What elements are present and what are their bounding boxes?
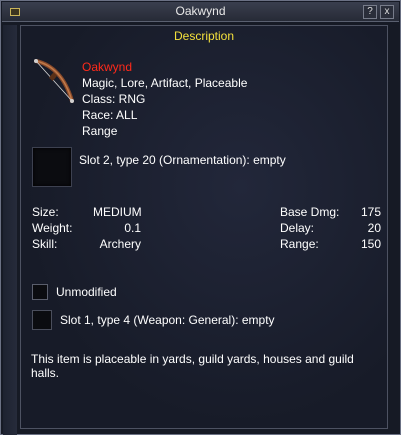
size-value: MEDIUM (93, 205, 142, 219)
augment-label: Unmodified (56, 285, 117, 299)
item-tags: Magic, Lore, Artifact, Placeable (82, 76, 248, 90)
ornament-slot[interactable] (32, 147, 72, 187)
base-dmg-label: Base Dmg: (280, 205, 340, 219)
item-class: Class: RNG (82, 92, 146, 106)
item-window: Oakwynd ? x Description Oakwynd Magic, L… (0, 0, 401, 435)
item-description: This item is placeable in yards, guild y… (31, 352, 354, 380)
delay-value: 20 (367, 221, 381, 235)
help-button[interactable]: ? (363, 5, 377, 19)
skill-label: Skill: (32, 237, 58, 251)
window-title: Oakwynd (175, 4, 226, 18)
base-dmg-value: 175 (360, 205, 381, 219)
range-value: 150 (360, 237, 381, 251)
panel-header: Description (173, 29, 235, 43)
close-button[interactable]: x (380, 5, 394, 19)
item-type: Range (82, 124, 118, 138)
bow-icon (34, 59, 74, 103)
weapon-slot-label: Slot 1, type 4 (Weapon: General): empty (60, 313, 275, 327)
title-bar[interactable]: Oakwynd ? x (2, 2, 399, 22)
range-label: Range: (280, 237, 319, 251)
ornament-slot-label: Slot 2, type 20 (Ornamentation): empty (79, 153, 286, 167)
weight-label: Weight: (32, 221, 73, 235)
item-name: Oakwynd (82, 60, 133, 74)
weight-value: 0.1 (124, 221, 141, 235)
delay-label: Delay: (280, 221, 315, 235)
weapon-slot[interactable] (32, 310, 52, 330)
augment-checkbox[interactable] (32, 284, 48, 300)
item-race: Race: ALL (82, 108, 138, 122)
description-panel: Description Oakwynd Magic, Lore, Artifac… (20, 25, 388, 429)
window-side-border (3, 25, 17, 435)
size-label: Size: (32, 205, 59, 219)
skill-value: Archery (99, 237, 141, 251)
